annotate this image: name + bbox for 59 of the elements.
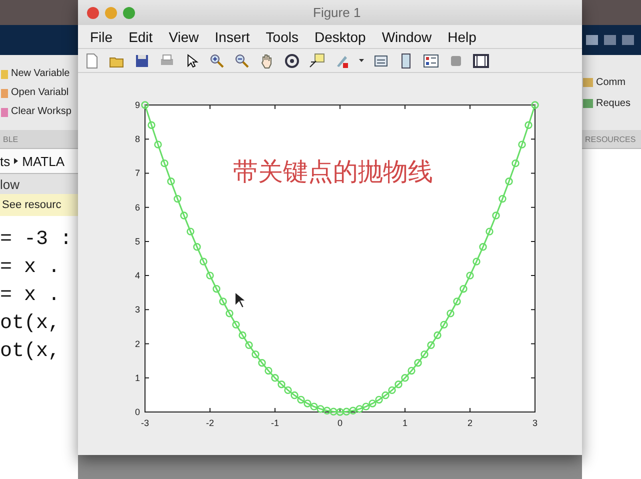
- toolbar-button[interactable]: Clear Worksp: [0, 106, 78, 118]
- menu-item[interactable]: File: [82, 28, 121, 44]
- y-tick-label: 1: [134, 372, 140, 383]
- path-segment[interactable]: MATLA: [22, 154, 65, 168]
- x-tick-label: 1: [402, 418, 408, 428]
- x-tick-label: 3: [532, 418, 538, 428]
- path-segment[interactable]: ts: [0, 154, 10, 168]
- toolbar-icon: [603, 33, 617, 47]
- chevron-icon: [13, 157, 20, 165]
- toolbar-icon: [621, 33, 635, 47]
- menu-item[interactable]: Window: [374, 28, 440, 44]
- x-tick-label: -3: [140, 418, 150, 428]
- section-label: BLE: [0, 130, 78, 149]
- x-tick-label: 0: [337, 418, 343, 428]
- notice-bar: See resourc: [0, 194, 78, 216]
- window-icon[interactable]: [473, 52, 489, 68]
- y-tick-label: 8: [134, 134, 140, 144]
- code-line: ot(x,: [0, 340, 62, 363]
- menu-item[interactable]: Edit: [120, 28, 161, 44]
- menu-item[interactable]: Insert: [206, 28, 258, 44]
- menu-item[interactable]: Help: [440, 28, 484, 44]
- mouse-cursor-icon: [234, 291, 246, 309]
- close-button[interactable]: [87, 6, 99, 18]
- y-tick-label: 4: [134, 270, 140, 281]
- y-tick-label: 5: [134, 236, 140, 246]
- code-line: = -3 :: [0, 228, 74, 251]
- y-tick-label: 0: [134, 407, 140, 417]
- toolbar-button[interactable]: Open Variabl: [0, 86, 78, 98]
- linked-plot-icon[interactable]: [373, 52, 389, 68]
- section-label: RESOURCES: [582, 130, 641, 149]
- rotate-icon[interactable]: [284, 52, 300, 68]
- new-file-icon[interactable]: [84, 52, 100, 68]
- panel-title: low: [0, 174, 78, 194]
- toolbar-button[interactable]: Comm: [582, 75, 641, 89]
- toolbar-button[interactable]: Reques: [582, 96, 641, 110]
- zoom-out-icon[interactable]: [234, 52, 250, 68]
- zoom-in-icon[interactable]: [209, 52, 225, 68]
- y-tick-label: 9: [134, 100, 140, 110]
- menu-item[interactable]: View: [160, 28, 207, 44]
- y-tick-label: 6: [134, 202, 140, 212]
- x-tick-label: 2: [467, 418, 473, 428]
- x-tick-label: -1: [270, 418, 280, 428]
- save-icon[interactable]: [134, 52, 150, 68]
- y-tick-label: 2: [134, 338, 140, 349]
- toolbar-button[interactable]: New Variable: [0, 68, 78, 80]
- x-tick: 3: [532, 104, 538, 428]
- y-tick-label: 7: [134, 168, 140, 178]
- window-title: Figure 1: [313, 5, 361, 20]
- code-line: = x .: [0, 256, 62, 279]
- legend-icon[interactable]: [423, 52, 439, 68]
- code-line: = x .: [0, 284, 62, 307]
- menu-item[interactable]: Tools: [258, 28, 306, 44]
- y-tick-label: 3: [134, 304, 140, 315]
- menu-item[interactable]: Desktop: [306, 28, 374, 44]
- caret-icon: [359, 59, 364, 62]
- code-line: ot(x,: [0, 312, 62, 335]
- toolbar-icon: [585, 33, 599, 47]
- data-cursor-icon[interactable]: [309, 52, 325, 68]
- x-tick-label: -2: [206, 418, 214, 428]
